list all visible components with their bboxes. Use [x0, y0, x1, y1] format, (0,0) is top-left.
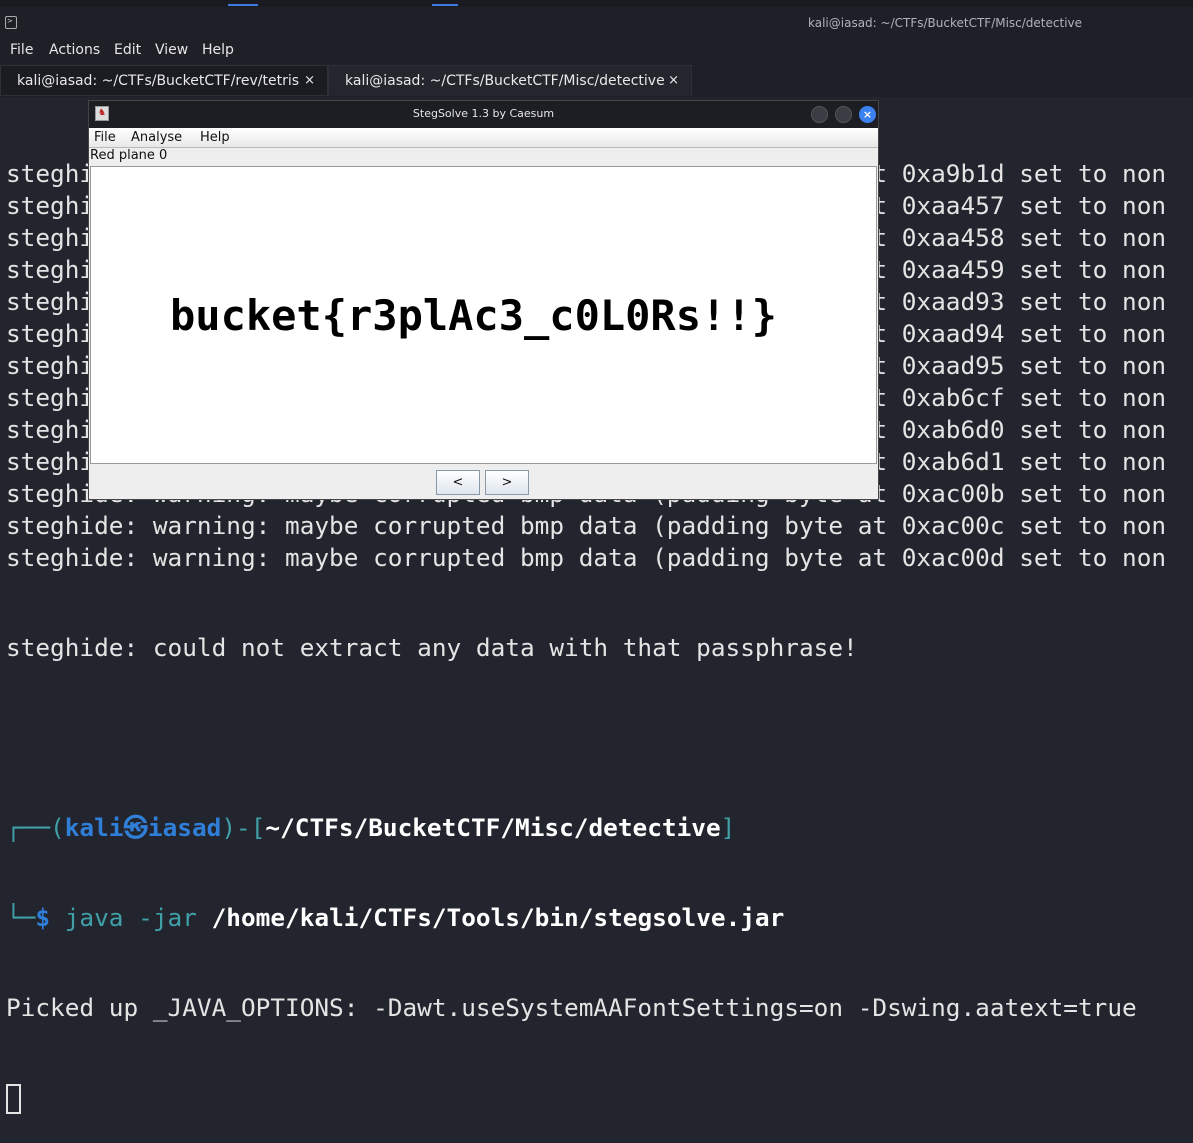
stegsolve-menu: File Analyse Help	[89, 128, 878, 148]
close-icon[interactable]: ×	[668, 66, 679, 96]
menu-actions[interactable]: Actions	[49, 42, 100, 58]
maximize-button[interactable]	[835, 106, 852, 123]
menu-bar: File Actions Edit View Help	[0, 39, 1193, 63]
stegsolve-window: ♞ StegSolve 1.3 by Caesum × File Analyse…	[88, 100, 879, 500]
menu-file[interactable]: File	[94, 130, 116, 145]
terminal-icon: >	[5, 16, 17, 29]
command-line: └─$ java -jar /home/kali/CTFs/Tools/bin/…	[6, 903, 785, 932]
tab-bar: kali@iasad: ~/CTFs/BucketCTF/rev/tetris …	[0, 63, 1193, 97]
menu-analyse[interactable]: Analyse	[131, 130, 182, 145]
close-button[interactable]: ×	[859, 106, 876, 123]
menu-help[interactable]: Help	[202, 42, 234, 58]
output-line: Picked up _JAVA_OPTIONS: -Dawt.useSystem…	[6, 993, 1137, 1022]
prompt-line: ┌──(kali㉿iasad)-[~/CTFs/BucketCTF/Misc/d…	[6, 813, 736, 842]
cursor-line	[0, 1082, 1193, 1114]
prev-button[interactable]: <	[436, 470, 480, 495]
app-icon: ♞	[95, 106, 109, 121]
menu-edit[interactable]: Edit	[114, 42, 141, 58]
plane-label: Red plane 0	[90, 148, 168, 163]
tab-label: kali@iasad: ~/CTFs/BucketCTF/rev/tetris	[17, 73, 300, 89]
tab-detective[interactable]: kali@iasad: ~/CTFs/BucketCTF/Misc/detect…	[328, 65, 692, 96]
stegsolve-titlebar[interactable]: ♞ StegSolve 1.3 by Caesum ×	[89, 101, 878, 128]
cursor	[6, 1084, 21, 1114]
warning-line: steghide: warning: maybe corrupted bmp d…	[6, 511, 1167, 540]
tab-tetris[interactable]: kali@iasad: ~/CTFs/BucketCTF/rev/tetris …	[0, 65, 328, 96]
menu-view[interactable]: View	[155, 42, 188, 58]
flag-text: bucket{r3plAc3_c0L0Rs!!}	[170, 291, 777, 340]
terminal-titlebar: > kali@iasad: ~/CTFs/BucketCTF/Misc/dete…	[0, 7, 1193, 39]
close-icon[interactable]: ×	[304, 66, 315, 96]
warning-line: steghide: warning: maybe corrupted bmp d…	[6, 543, 1167, 572]
taskbar-strip	[0, 0, 1193, 7]
error-line: steghide: could not extract any data wit…	[6, 633, 858, 662]
menu-file[interactable]: File	[10, 42, 33, 58]
window-title: kali@iasad: ~/CTFs/BucketCTF/Misc/detect…	[808, 16, 1083, 30]
image-view: bucket{r3plAc3_c0L0Rs!!}	[90, 166, 877, 464]
minimize-button[interactable]	[811, 106, 828, 123]
tab-label: kali@iasad: ~/CTFs/BucketCTF/Misc/detect…	[345, 73, 665, 89]
next-button[interactable]: >	[485, 470, 529, 495]
menu-help[interactable]: Help	[200, 130, 230, 145]
stegsolve-title: StegSolve 1.3 by Caesum	[412, 107, 555, 120]
